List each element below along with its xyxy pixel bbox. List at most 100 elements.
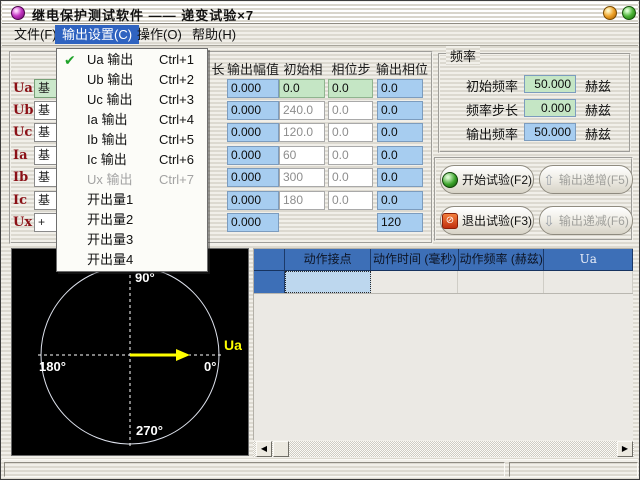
cell-ib-output-amplitude: 0.000 bbox=[227, 168, 279, 187]
menu-item-label: 开出量4 bbox=[87, 252, 133, 267]
cell-ic-output-amplitude: 0.000 bbox=[227, 191, 279, 210]
grid-header-initial-phase: 初始相位 bbox=[279, 59, 327, 74]
menu-item-uc-output[interactable]: Uc 输出 Ctrl+3 bbox=[57, 90, 207, 110]
angle-label-180: 180° bbox=[39, 359, 66, 374]
menu-item-label: Ux 输出 bbox=[87, 172, 133, 187]
result-cell-action-time[interactable] bbox=[371, 271, 459, 293]
output-increase-label: 输出递增(F5) bbox=[559, 171, 629, 188]
menu-item-switch-out-1[interactable]: 开出量1 bbox=[57, 190, 207, 210]
cell-ic-phase-step[interactable]: 0.0 bbox=[328, 191, 373, 210]
output-frequency-field: 50.000 bbox=[524, 123, 576, 141]
start-icon bbox=[442, 172, 458, 188]
menu-item-label: Ia 输出 bbox=[87, 112, 127, 127]
cell-ua-phase-step[interactable]: 0.0 bbox=[328, 79, 373, 98]
cell-ia-initial-phase[interactable]: 60 bbox=[279, 146, 325, 165]
check-icon: ✔ bbox=[64, 50, 76, 70]
cell-ux-output-phase: 120 bbox=[377, 213, 423, 232]
output-frequency-label: 输出频率 bbox=[462, 124, 518, 143]
exit-test-label: 退出试验(F3) bbox=[462, 212, 532, 229]
result-cell-selected[interactable] bbox=[285, 271, 371, 293]
menu-shortcut: Ctrl+3 bbox=[159, 90, 194, 110]
result-header-rowindex bbox=[254, 249, 285, 270]
cell-ia-output-phase: 0.0 bbox=[377, 146, 423, 165]
cell-ia-phase-step[interactable]: 0.0 bbox=[328, 146, 373, 165]
window-title: 继电保护测试软件 —— 递变试验×7 bbox=[32, 5, 254, 24]
menu-item-ub-output[interactable]: Ub 输出 Ctrl+2 bbox=[57, 70, 207, 90]
menu-item-ia-output[interactable]: Ia 输出 Ctrl+4 bbox=[57, 110, 207, 130]
result-table: 动作接点 动作时间 (毫秒) 动作频率 (赫兹) Ua bbox=[253, 248, 633, 440]
menu-help[interactable]: 帮助(H) bbox=[185, 25, 243, 44]
app-icon[interactable] bbox=[11, 6, 25, 20]
exit-test-button[interactable]: ⊘ 退出试验(F3) bbox=[440, 206, 534, 235]
result-table-hscrollbar[interactable]: ◀ ▶ bbox=[253, 441, 634, 457]
menu-operation[interactable]: 操作(O) bbox=[130, 25, 189, 44]
title-bar: 继电保护测试软件 —— 递变试验×7 bbox=[2, 2, 638, 24]
menu-item-switch-out-3[interactable]: 开出量3 bbox=[57, 230, 207, 250]
grid-header-phase-step: 相位步长 bbox=[327, 59, 375, 74]
start-test-button[interactable]: 开始试验(F2) bbox=[440, 165, 534, 194]
output-frequency-unit: 赫兹 bbox=[585, 124, 611, 143]
menu-item-ic-output[interactable]: Ic 输出 Ctrl+6 bbox=[57, 150, 207, 170]
menu-shortcut: Ctrl+4 bbox=[159, 110, 194, 130]
cell-ib-phase-step[interactable]: 0.0 bbox=[328, 168, 373, 187]
result-table-row bbox=[254, 271, 633, 294]
phasor-diagram: 90° 180° 0° 270° Ua bbox=[11, 248, 249, 456]
menu-output-settings[interactable]: 输出设置(C) bbox=[55, 25, 139, 44]
cell-ua-initial-phase[interactable]: 0.0 bbox=[279, 79, 325, 98]
menu-item-ib-output[interactable]: Ib 输出 Ctrl+5 bbox=[57, 130, 207, 150]
initial-frequency-unit: 赫兹 bbox=[585, 76, 611, 95]
cell-ua-output-phase: 0.0 bbox=[377, 79, 423, 98]
ua-vector-label: Ua bbox=[224, 337, 242, 353]
scroll-thumb[interactable] bbox=[273, 441, 289, 457]
frequency-step-field[interactable]: 0.000 bbox=[524, 99, 576, 117]
menu-item-switch-out-2[interactable]: 开出量2 bbox=[57, 210, 207, 230]
channel-label-ua: Ua bbox=[13, 81, 35, 96]
scroll-right-button[interactable]: ▶ bbox=[617, 441, 633, 457]
menu-item-label: Ic 输出 bbox=[87, 152, 127, 167]
menu-shortcut: Ctrl+5 bbox=[159, 130, 194, 150]
initial-frequency-label: 初始频率 bbox=[462, 76, 518, 95]
status-bar bbox=[2, 459, 638, 480]
angle-label-270: 270° bbox=[136, 423, 163, 438]
cell-ic-initial-phase[interactable]: 180 bbox=[279, 191, 325, 210]
minimize-button[interactable] bbox=[603, 6, 617, 20]
menu-item-label: Uc 输出 bbox=[87, 92, 133, 107]
close-button[interactable] bbox=[622, 6, 636, 20]
frequency-step-label: 频率步长 bbox=[462, 100, 518, 119]
cell-uc-output-phase: 0.0 bbox=[377, 123, 423, 142]
channel-label-ux: Ux bbox=[13, 215, 35, 230]
cell-ub-phase-step[interactable]: 0.0 bbox=[328, 101, 373, 120]
app-window: 继电保护测试软件 —— 递变试验×7 文件(F) 输出设置(C) 操作(O) 帮… bbox=[0, 0, 640, 480]
result-header-action-contact[interactable]: 动作接点 bbox=[285, 249, 372, 270]
menu-shortcut: Ctrl+6 bbox=[159, 150, 194, 170]
result-row-header[interactable] bbox=[254, 271, 285, 293]
menu-item-label: Ub 输出 bbox=[87, 72, 133, 87]
up-arrow-icon: ⇧ bbox=[543, 173, 555, 187]
menu-item-label: 开出量1 bbox=[87, 192, 133, 207]
output-decrease-button[interactable]: ⇩ 输出递减(F6) bbox=[539, 206, 633, 235]
cell-ux-output-amplitude: 0.000 bbox=[227, 213, 279, 232]
down-arrow-icon: ⇩ bbox=[543, 214, 555, 228]
menu-shortcut: Ctrl+7 bbox=[159, 170, 194, 190]
initial-frequency-field[interactable]: 50.000 bbox=[524, 75, 576, 93]
result-header-ua[interactable]: Ua bbox=[544, 249, 633, 270]
scroll-left-button[interactable]: ◀ bbox=[256, 441, 272, 457]
grid-header-fragment: 长 bbox=[210, 59, 226, 74]
output-increase-button[interactable]: ⇧ 输出递增(F5) bbox=[539, 165, 633, 194]
cell-uc-phase-step[interactable]: 0.0 bbox=[328, 123, 373, 142]
exit-icon: ⊘ bbox=[442, 213, 458, 229]
result-header-action-time[interactable]: 动作时间 (毫秒) bbox=[371, 249, 459, 270]
menu-item-switch-out-4[interactable]: 开出量4 bbox=[57, 250, 207, 270]
cell-uc-output-amplitude: 0.000 bbox=[227, 123, 279, 142]
menu-item-ua-output[interactable]: ✔ Ua 输出 Ctrl+1 bbox=[57, 50, 207, 70]
result-cell-ua[interactable] bbox=[544, 271, 633, 293]
frequency-step-unit: 赫兹 bbox=[585, 100, 611, 119]
cell-ic-output-phase: 0.0 bbox=[377, 191, 423, 210]
menu-item-ux-output[interactable]: Ux 输出 Ctrl+7 bbox=[57, 170, 207, 190]
result-cell-action-frequency[interactable] bbox=[458, 271, 544, 293]
cell-ub-initial-phase[interactable]: 240.0 bbox=[279, 101, 325, 120]
cell-ub-output-amplitude: 0.000 bbox=[227, 101, 279, 120]
cell-uc-initial-phase[interactable]: 120.0 bbox=[279, 123, 325, 142]
result-header-action-frequency[interactable]: 动作频率 (赫兹) bbox=[459, 249, 545, 270]
cell-ib-initial-phase[interactable]: 300 bbox=[279, 168, 325, 187]
